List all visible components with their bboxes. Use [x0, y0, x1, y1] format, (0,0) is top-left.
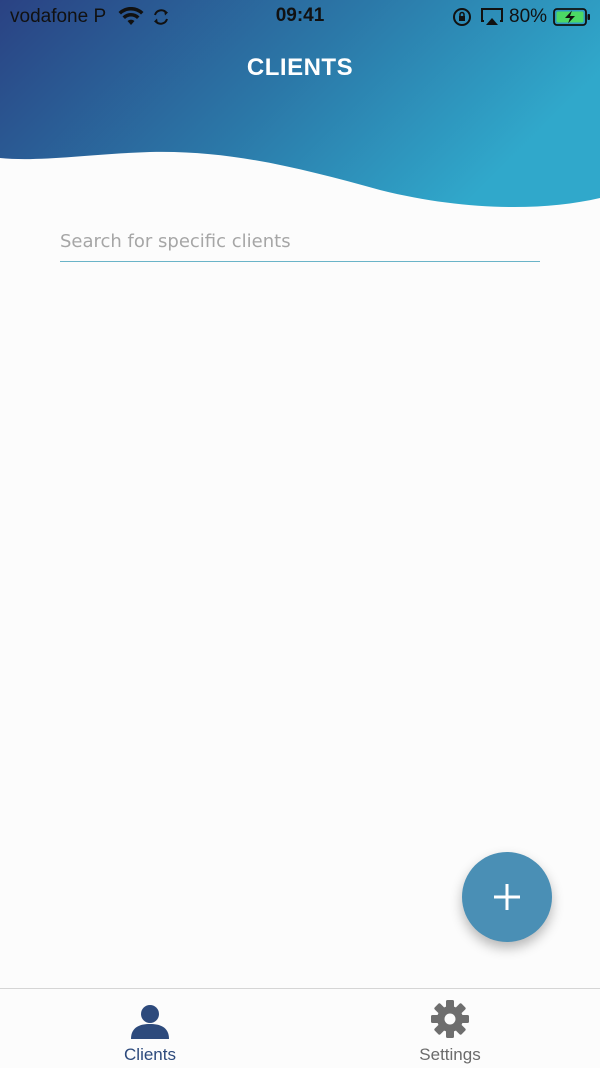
status-bar: vodafone P 09:41 80% [0, 0, 600, 34]
add-client-button[interactable] [462, 852, 552, 942]
tab-bar: Clients Settings [0, 988, 600, 1068]
tab-settings-label: Settings [419, 1045, 481, 1064]
gear-icon [431, 1000, 469, 1038]
rotation-lock-icon [453, 8, 471, 26]
tab-settings[interactable]: Settings [300, 989, 600, 1068]
page-title: CLIENTS [246, 54, 354, 81]
tab-clients[interactable]: Clients [0, 989, 300, 1068]
search-input[interactable] [60, 222, 540, 260]
airplay-icon [481, 8, 503, 25]
tab-clients-label: Clients [124, 1045, 176, 1064]
battery-charging-icon [553, 8, 590, 26]
person-icon [131, 1005, 169, 1039]
plus-icon [494, 884, 520, 910]
battery-percentage: 80% [509, 6, 548, 27]
search-field [60, 222, 540, 262]
